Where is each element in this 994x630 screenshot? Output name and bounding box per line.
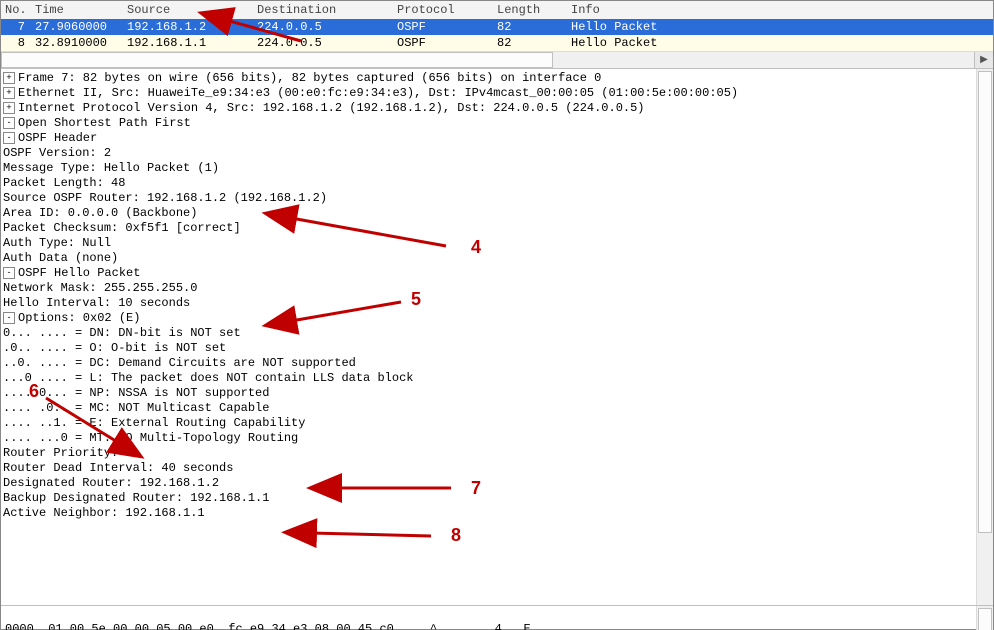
dead-interval[interactable]: Router Dead Interval: 40 seconds <box>1 461 993 476</box>
cell-info: Hello Packet <box>567 19 993 35</box>
col-length[interactable]: Length <box>493 2 567 18</box>
ospf-auth-data[interactable]: Auth Data (none) <box>1 251 993 266</box>
packet-row[interactable]: 8 32.8910000 192.168.1.1 224.0.0.5 OSPF … <box>1 35 993 51</box>
col-time[interactable]: Time <box>31 2 123 18</box>
scrollbar-thumb[interactable] <box>1 52 553 68</box>
details-scrollbar[interactable] <box>976 69 993 605</box>
router-priority[interactable]: Router Priority: 1 <box>1 446 993 461</box>
ospf-summary[interactable]: -Open Shortest Path First <box>1 116 993 131</box>
ospf-hello-node[interactable]: -OSPF Hello Packet <box>1 266 993 281</box>
ethernet-summary[interactable]: +Ethernet II, Src: HuaweiTe_e9:34:e3 (00… <box>1 86 993 101</box>
col-protocol[interactable]: Protocol <box>393 2 493 18</box>
hex-scrollbar[interactable] <box>976 606 993 630</box>
collapse-icon[interactable]: - <box>3 132 15 144</box>
scrollbar-thumb[interactable] <box>978 71 992 533</box>
hex-line[interactable]: 0000 01 00 5e 00 00 05 00 e0 fc e9 34 e3… <box>5 622 989 630</box>
active-neighbor[interactable]: Active Neighbor: 192.168.1.1 <box>1 506 993 521</box>
hello-options-node[interactable]: -Options: 0x02 (E) <box>1 311 993 326</box>
hello-interval[interactable]: Hello Interval: 10 seconds <box>1 296 993 311</box>
col-no[interactable]: No. <box>1 2 31 18</box>
ospf-header-node[interactable]: -OSPF Header <box>1 131 993 146</box>
opt-mt[interactable]: .... ...0 = MT: NO Multi-Topology Routin… <box>1 431 993 446</box>
collapse-icon[interactable]: - <box>3 312 15 324</box>
backup-dr[interactable]: Backup Designated Router: 192.168.1.1 <box>1 491 993 506</box>
cell-dest: 224.0.0.5 <box>253 35 393 51</box>
ospf-auth-type[interactable]: Auth Type: Null <box>1 236 993 251</box>
packet-list-scrollbar[interactable]: ▶ <box>1 51 993 68</box>
cell-no: 7 <box>1 19 31 35</box>
packet-list-header: No. Time Source Destination Protocol Len… <box>1 1 993 19</box>
cell-len: 82 <box>493 35 567 51</box>
cell-dest: 224.0.0.5 <box>253 19 393 35</box>
cell-time: 27.9060000 <box>31 19 123 35</box>
scrollbar-thumb[interactable] <box>978 608 992 630</box>
packet-row[interactable]: 7 27.9060000 192.168.1.2 224.0.0.5 OSPF … <box>1 19 993 35</box>
collapse-icon[interactable]: - <box>3 267 15 279</box>
opt-e[interactable]: .... ..1. = E: External Routing Capabili… <box>1 416 993 431</box>
packet-details[interactable]: +Frame 7: 82 bytes on wire (656 bits), 8… <box>1 68 993 605</box>
opt-np[interactable]: .... 0... = NP: NSSA is NOT supported <box>1 386 993 401</box>
opt-dn[interactable]: 0... .... = DN: DN-bit is NOT set <box>1 326 993 341</box>
opt-o[interactable]: .0.. .... = O: O-bit is NOT set <box>1 341 993 356</box>
frame-summary[interactable]: +Frame 7: 82 bytes on wire (656 bits), 8… <box>1 71 993 86</box>
ospf-area-id[interactable]: Area ID: 0.0.0.0 (Backbone) <box>1 206 993 221</box>
ospf-msg-type[interactable]: Message Type: Hello Packet (1) <box>1 161 993 176</box>
opt-dc[interactable]: ..0. .... = DC: Demand Circuits are NOT … <box>1 356 993 371</box>
col-destination[interactable]: Destination <box>253 2 393 18</box>
hex-dump[interactable]: 0000 01 00 5e 00 00 05 00 e0 fc e9 34 e3… <box>1 605 993 630</box>
cell-proto: OSPF <box>393 35 493 51</box>
ip-summary[interactable]: +Internet Protocol Version 4, Src: 192.1… <box>1 101 993 116</box>
opt-l[interactable]: ...0 .... = L: The packet does NOT conta… <box>1 371 993 386</box>
cell-len: 82 <box>493 19 567 35</box>
hello-netmask[interactable]: Network Mask: 255.255.255.0 <box>1 281 993 296</box>
designated-router[interactable]: Designated Router: 192.168.1.2 <box>1 476 993 491</box>
cell-time: 32.8910000 <box>31 35 123 51</box>
scroll-right-icon[interactable]: ▶ <box>974 52 993 68</box>
opt-mc[interactable]: .... .0.. = MC: NOT Multicast Capable <box>1 401 993 416</box>
ospf-src-router[interactable]: Source OSPF Router: 192.168.1.2 (192.168… <box>1 191 993 206</box>
packet-list[interactable]: No. Time Source Destination Protocol Len… <box>1 1 993 68</box>
col-source[interactable]: Source <box>123 2 253 18</box>
collapse-icon[interactable]: - <box>3 117 15 129</box>
expand-icon[interactable]: + <box>3 102 15 114</box>
cell-source: 192.168.1.1 <box>123 35 253 51</box>
cell-source: 192.168.1.2 <box>123 19 253 35</box>
expand-icon[interactable]: + <box>3 72 15 84</box>
ospf-checksum[interactable]: Packet Checksum: 0xf5f1 [correct] <box>1 221 993 236</box>
ospf-pkt-len[interactable]: Packet Length: 48 <box>1 176 993 191</box>
cell-proto: OSPF <box>393 19 493 35</box>
col-info[interactable]: Info <box>567 2 993 18</box>
cell-info: Hello Packet <box>567 35 993 51</box>
cell-no: 8 <box>1 35 31 51</box>
expand-icon[interactable]: + <box>3 87 15 99</box>
ospf-version[interactable]: OSPF Version: 2 <box>1 146 993 161</box>
